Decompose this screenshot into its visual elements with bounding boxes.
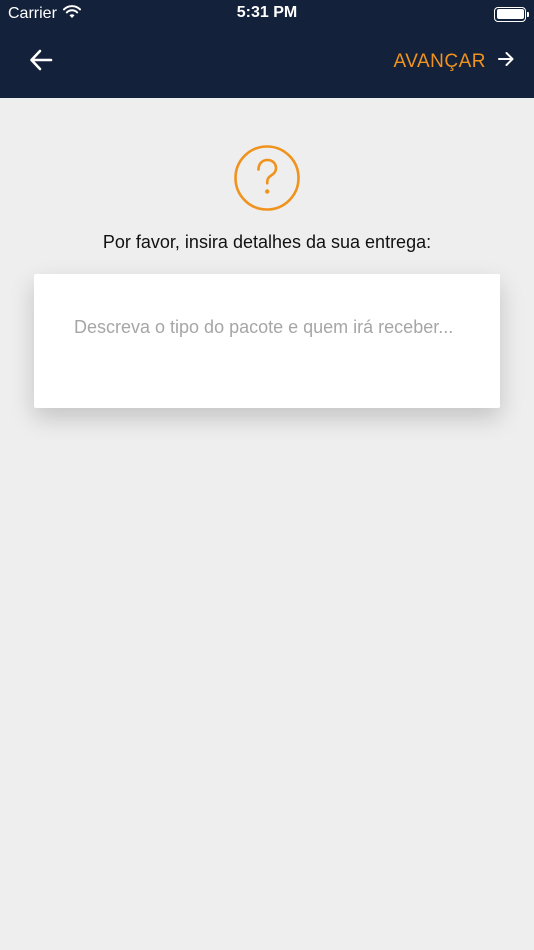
status-bar: Carrier 5:31 PM	[0, 0, 534, 28]
status-time: 5:31 PM	[236, 4, 298, 21]
nav-bar: AVANÇAR	[0, 28, 534, 98]
arrow-right-icon	[498, 51, 514, 73]
prompt-text: Por favor, insira detalhes da sua entreg…	[102, 232, 432, 252]
battery-icon	[494, 6, 529, 22]
details-input[interactable]	[74, 314, 460, 384]
back-button[interactable]	[22, 46, 60, 78]
header: Carrier 5:31 PM AVANÇAR	[0, 0, 534, 98]
question-circle-icon	[234, 145, 300, 211]
arrow-left-icon	[29, 49, 53, 76]
next-button[interactable]: AVANÇAR	[393, 46, 514, 78]
next-label: AVANÇAR	[393, 51, 486, 72]
details-card	[34, 274, 500, 408]
